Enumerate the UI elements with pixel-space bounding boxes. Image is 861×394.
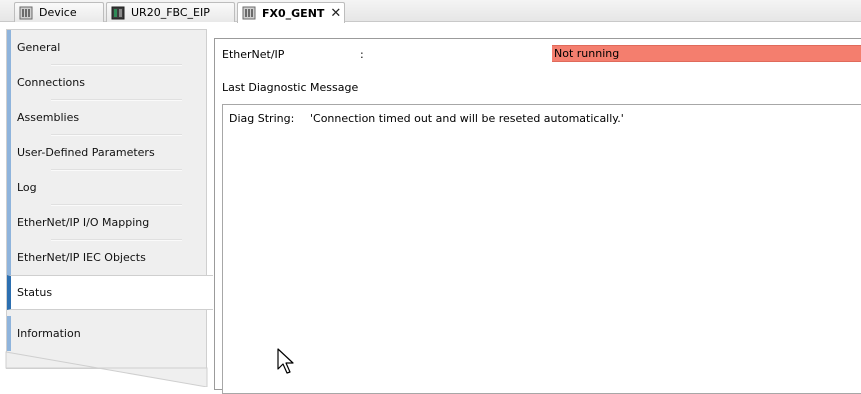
status-badge: Not running [552,45,861,62]
sidebar-item-label: Log [17,181,37,194]
status-panel: EtherNet/IP : Not running Last Diagnosti… [214,38,861,394]
diag-string-value: 'Connection timed out and will be resete… [310,112,624,125]
sidebar-item-io-mapping[interactable]: EtherNet/IP I/O Mapping [7,205,207,240]
sidebar-item-label: Information [17,327,81,340]
diagnostic-title: Last Diagnostic Message [222,81,359,94]
fieldbus-coupler-icon [111,6,125,19]
sidebar-item-label: User-Defined Parameters [17,146,155,159]
sidebar-item-iec-objects[interactable]: EtherNet/IP IEC Objects [7,240,207,275]
tab-label: UR20_FBC_EIP [131,6,210,19]
sidebar-item-label: General [17,41,61,54]
mouse-cursor-icon [277,348,294,374]
sidebar-item-label: EtherNet/IP I/O Mapping [17,216,150,229]
sidebar-item-label: EtherNet/IP IEC Objects [17,251,146,264]
document-tab-bar: Device UR20_FBC_EIP FX0_GENT ✕ [0,0,861,23]
diag-string-label: Diag String: [229,112,295,125]
tab-label: FX0_GENT [262,6,325,20]
tab-device[interactable]: Device [14,2,104,22]
device-module-icon [242,6,256,20]
sidebar-item-assemblies[interactable]: Assemblies [7,100,207,135]
tab-fx0-gent[interactable]: FX0_GENT ✕ [237,2,345,23]
sidebar-item-log[interactable]: Log [7,170,207,205]
sidebar-list: General Connections Assemblies User-Defi… [6,29,213,369]
sidebar-item-general[interactable]: General [7,30,207,65]
sidebar-item-information[interactable]: Information [7,316,207,351]
sidebar-item-label: Connections [17,76,85,89]
close-icon[interactable]: ✕ [330,7,341,20]
tab-label: Device [39,6,77,19]
sidebar-item-user-defined-parameters[interactable]: User-Defined Parameters [7,135,207,170]
sidebar: General Connections Assemblies User-Defi… [0,23,213,387]
sidebar-item-connections[interactable]: Connections [7,65,207,100]
separator-colon: : [360,48,364,61]
protocol-label: EtherNet/IP [222,48,285,61]
diagnostic-message-box: Diag String: 'Connection timed out and w… [222,104,861,394]
sidebar-item-label: Status [17,286,53,299]
sidebar-item-label: Assemblies [17,111,80,124]
tab-ur20-fbc-eip[interactable]: UR20_FBC_EIP [106,2,235,22]
sidebar-item-status[interactable]: Status [7,275,213,310]
device-module-icon [19,6,33,19]
